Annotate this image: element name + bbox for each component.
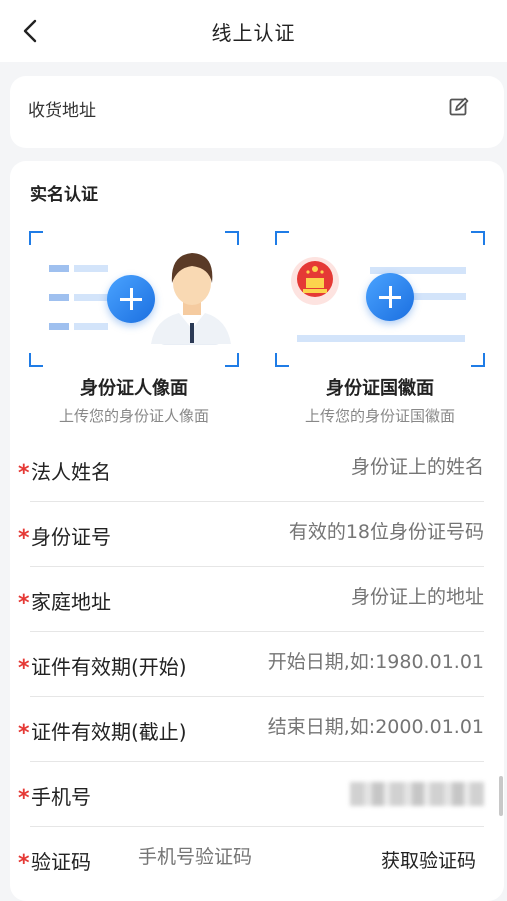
form-row-home-address: * 家庭地址 [18,567,484,632]
field-label: 证件有效期(开始) [31,655,187,679]
required-mark: * [18,591,30,616]
section-title: 实名认证 [30,185,98,205]
required-mark: * [18,721,30,746]
required-mark: * [18,461,30,486]
id-portrait-title: 身份证人像面 [80,378,188,399]
required-mark: * [18,656,30,681]
form-row-valid-start: * 证件有效期(开始) [18,632,484,697]
valid-end-date-input[interactable] [244,716,484,738]
shipping-address-card[interactable]: 收货地址 [10,76,504,148]
shipping-address-label: 收货地址 [28,101,96,121]
required-mark: * [18,851,30,876]
verification-code-input[interactable] [138,846,308,868]
required-mark: * [18,786,30,811]
nav-bar: 线上认证 [0,0,507,62]
form-row-valid-end: * 证件有效期(截止) [18,697,484,762]
id-emblem-upload[interactable] [275,231,485,367]
legal-name-input[interactable] [224,456,484,478]
upload-plus-icon[interactable] [107,275,155,323]
id-portrait-subtitle: 上传您的身份证人像面 [58,407,209,425]
field-label: 手机号 [31,785,91,809]
scrollbar[interactable] [499,776,503,816]
edit-icon[interactable] [448,96,470,118]
field-label: 家庭地址 [31,590,111,614]
required-mark: * [18,526,30,551]
id-emblem-subtitle: 上传您的身份证国徽面 [304,407,455,425]
phone-number-value[interactable] [350,782,484,806]
id-portrait-upload[interactable] [29,231,239,367]
valid-start-date-input[interactable] [244,651,484,673]
upload-plus-icon[interactable] [366,273,414,321]
form-row-phone: * 手机号 [18,762,484,827]
home-address-input[interactable] [224,586,484,608]
field-label: 身份证号 [31,525,111,549]
form-row-id-number: * 身份证号 [18,502,484,567]
form-row-verification-code: * 验证码 获取验证码 [18,827,484,892]
field-label: 法人姓名 [31,460,111,484]
realname-auth-card: 实名认证 身份证人像面 上传您的身份证人像面 身份证国徽面 上传您的身份证国徽面… [10,161,504,901]
id-number-input[interactable] [224,521,484,543]
page-title: 线上认证 [211,21,296,45]
id-emblem-title: 身份证国徽面 [326,378,434,399]
field-label: 证件有效期(截止) [31,720,187,744]
field-label: 验证码 [31,850,91,874]
form-row-legal-name: * 法人姓名 [18,437,484,502]
get-code-button[interactable]: 获取验证码 [381,846,476,873]
